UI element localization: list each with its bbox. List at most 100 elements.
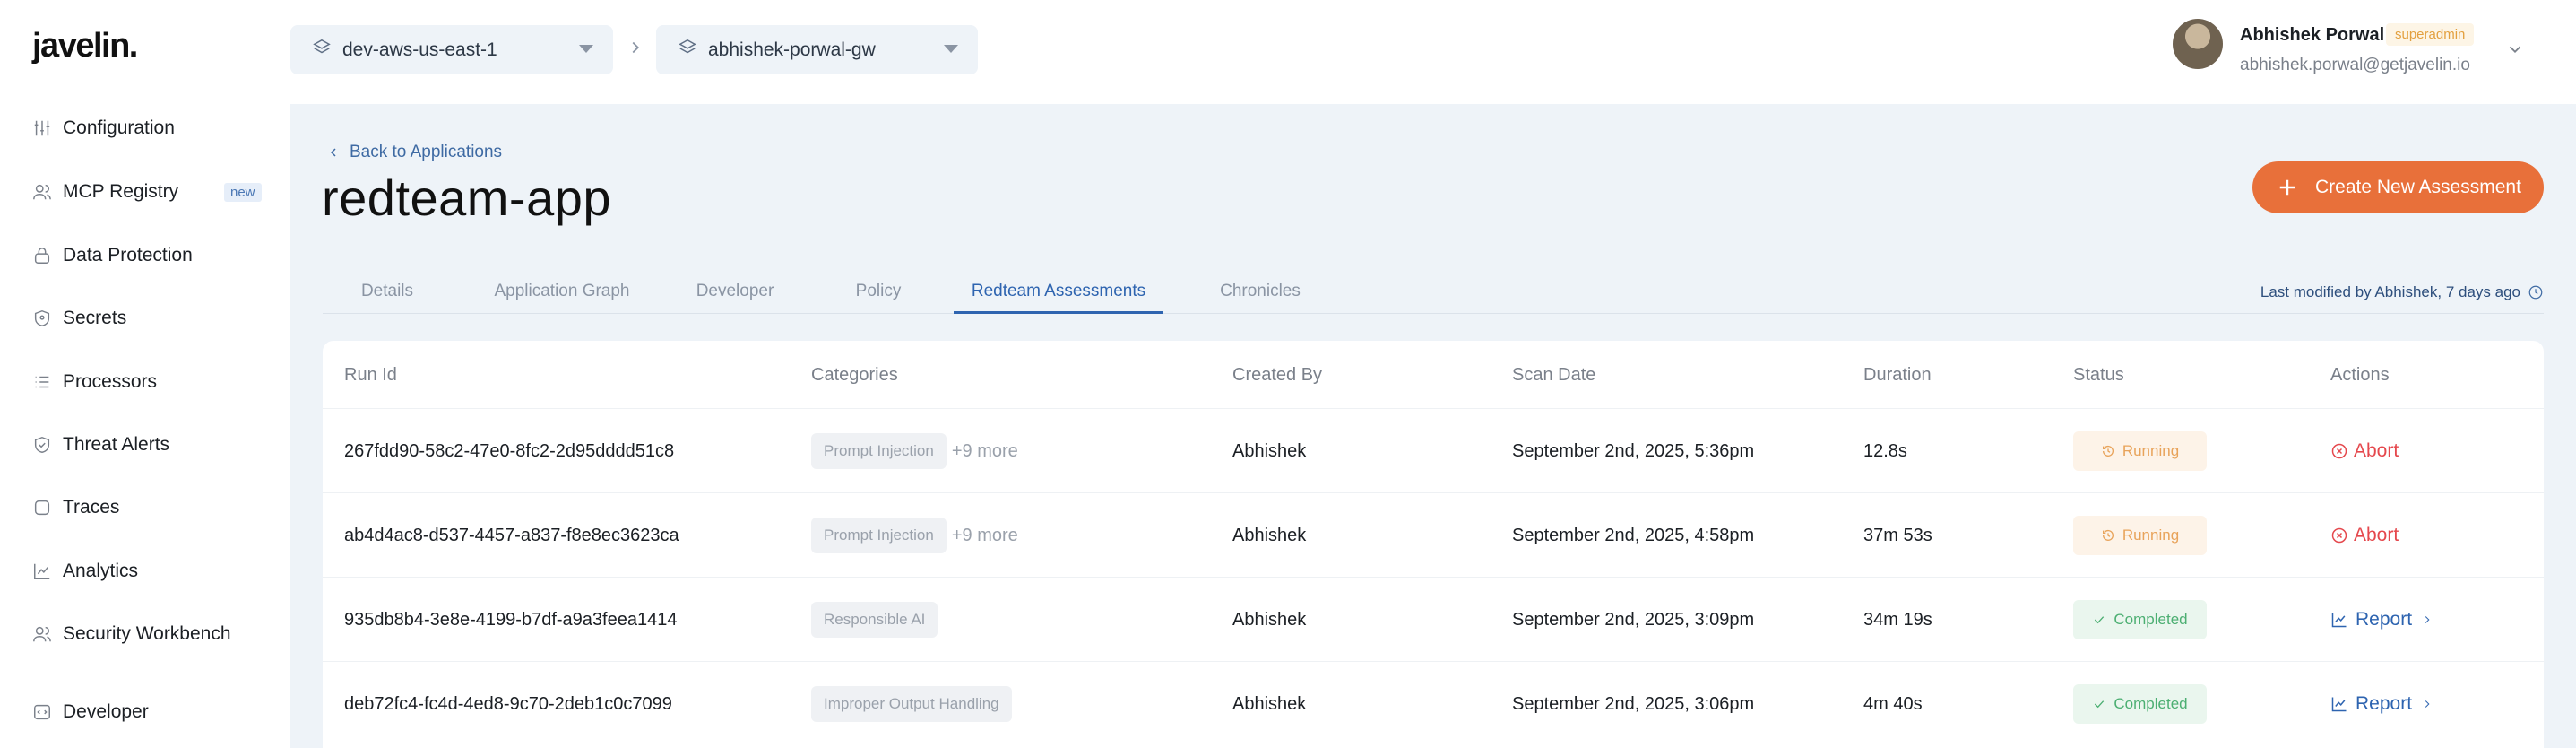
category-chip: Prompt Injection — [811, 518, 947, 553]
square-icon — [32, 498, 52, 518]
abort-button[interactable]: Abort — [2330, 525, 2399, 546]
status-badge: Completed — [2073, 600, 2207, 639]
table-row[interactable]: ab4d4ac8-d537-4457-a837-f8e8ec3623ca Pro… — [323, 492, 2544, 577]
sidebar-item-label: Developer — [63, 701, 149, 722]
sidebar-item-label: Configuration — [63, 117, 175, 138]
column-header: Created By — [1232, 365, 1323, 385]
scan-date: September 2nd, 2025, 5:36pm — [1512, 440, 1755, 461]
users-icon — [32, 624, 52, 644]
column-header: Categories — [811, 365, 898, 385]
logo[interactable]: javelin. — [32, 27, 138, 65]
category-chip: Improper Output Handling — [811, 686, 1012, 722]
tab-chronicles[interactable]: Chronicles — [1171, 274, 1350, 314]
sidebar-item-threat-alerts[interactable]: Threat Alerts — [32, 427, 265, 463]
tab-bar: Details Application Graph Developer Poli… — [323, 274, 2544, 314]
tab-policy[interactable]: Policy — [807, 274, 950, 314]
sidebar: javelin. Configuration MCP Registry new … — [0, 0, 290, 748]
scan-date: September 2nd, 2025, 3:09pm — [1512, 609, 1755, 630]
caret-down-icon — [944, 45, 958, 53]
run-id: 267fdd90-58c2-47e0-8fc2-2d95dddd51c8 — [344, 440, 675, 461]
report-button[interactable]: Report — [2330, 609, 2433, 631]
tab-redteam-assessments[interactable]: Redteam Assessments — [954, 274, 1163, 314]
categories-cell: Responsible AI — [811, 578, 938, 662]
last-modified-text: Last modified by Abhishek, 7 days ago — [2260, 283, 2520, 300]
back-link-label: Back to Applications — [350, 143, 503, 161]
chevron-down-icon[interactable] — [2505, 39, 2525, 59]
sidebar-item-label: Traces — [63, 497, 120, 518]
chart-icon — [32, 561, 52, 581]
table-row[interactable]: 935db8b4-3e8e-4199-b7df-a9a3feea1414 Res… — [323, 577, 2544, 661]
category-chip: Responsible AI — [811, 602, 938, 638]
tab-application-graph[interactable]: Application Graph — [466, 274, 658, 314]
history-icon — [2102, 445, 2114, 457]
sidebar-item-traces[interactable]: Traces — [32, 490, 265, 526]
status-text: Completed — [2114, 611, 2188, 628]
sidebar-item-configuration[interactable]: Configuration — [32, 110, 265, 146]
category-chip: Prompt Injection — [811, 433, 947, 469]
sidebar-item-label: Threat Alerts — [63, 434, 170, 455]
more-categories[interactable]: +9 more — [952, 526, 1018, 546]
last-modified: Last modified by Abhishek, 7 days ago — [2260, 283, 2544, 301]
users-icon — [32, 182, 52, 202]
report-label: Report — [2356, 609, 2413, 630]
shield-icon — [32, 309, 52, 328]
categories-cell: Improper Output Handling — [811, 662, 1012, 746]
status-cell: Running — [2073, 493, 2207, 578]
sidebar-item-label: MCP Registry — [63, 181, 179, 202]
abort-label: Abort — [2354, 525, 2399, 545]
back-to-applications-link[interactable]: Back to Applications — [326, 143, 502, 162]
status-text: Running — [2122, 526, 2180, 544]
sidebar-item-secrets[interactable]: Secrets — [32, 300, 265, 336]
chevron-right-icon — [2425, 700, 2430, 708]
table-row[interactable]: 267fdd90-58c2-47e0-8fc2-2d95dddd51c8 Pro… — [323, 408, 2544, 492]
create-button-label: Create New Assessment — [2315, 177, 2521, 197]
created-by: Abhishek — [1232, 525, 1307, 545]
sidebar-item-processors[interactable]: Processors — [32, 364, 265, 400]
sidebar-item-analytics[interactable]: Analytics — [32, 553, 265, 589]
sidebar-item-developer[interactable]: Developer — [32, 694, 265, 730]
environment-selector[interactable]: dev-aws-us-east-1 — [290, 25, 613, 74]
status-badge: Running — [2073, 516, 2207, 555]
sidebar-item-label: Data Protection — [63, 245, 193, 265]
report-button[interactable]: Report — [2330, 693, 2433, 715]
status-cell: Running — [2073, 409, 2207, 493]
page-title: redteam-app — [322, 170, 612, 226]
created-by: Abhishek — [1232, 440, 1307, 461]
categories-cell: Prompt Injection +9 more — [811, 409, 1018, 493]
status-badge: Running — [2073, 431, 2207, 471]
gateway-selector[interactable]: abhishek-porwal-gw — [656, 25, 978, 74]
sidebar-item-data-protection[interactable]: Data Protection — [32, 238, 265, 274]
new-badge: new — [224, 183, 262, 202]
user-name: Abhishek Porwal — [2240, 25, 2385, 45]
chart-icon — [2331, 613, 2347, 628]
sidebar-item-label: Security Workbench — [63, 623, 231, 644]
actions-cell: Abort — [2330, 493, 2399, 578]
sidebar-item-mcp-registry[interactable]: MCP Registry new — [32, 174, 265, 210]
status-cell: Completed — [2073, 662, 2207, 746]
more-categories[interactable]: +9 more — [952, 441, 1018, 462]
sidebar-item-label: Secrets — [63, 308, 127, 328]
layers-icon — [312, 38, 332, 62]
sidebar-item-security-workbench[interactable]: Security Workbench — [32, 616, 265, 652]
duration: 12.8s — [1863, 440, 1907, 461]
table-row[interactable]: deb72fc4-fc4d-4ed8-9c70-2deb1c0c7099 Imp… — [323, 661, 2544, 745]
tab-developer[interactable]: Developer — [672, 274, 798, 314]
tab-details[interactable]: Details — [323, 274, 452, 314]
list-icon — [32, 372, 52, 392]
actions-cell: Report — [2330, 578, 2433, 662]
plus-icon — [2278, 178, 2297, 197]
topbar: dev-aws-us-east-1 abhishek-porwal-gw — [290, 0, 2576, 104]
abort-button[interactable]: Abort — [2330, 440, 2399, 462]
scan-date: September 2nd, 2025, 4:58pm — [1512, 525, 1755, 545]
status-cell: Completed — [2073, 578, 2207, 662]
actions-cell: Report — [2330, 662, 2433, 746]
chart-icon — [2331, 697, 2347, 712]
created-by: Abhishek — [1232, 693, 1307, 714]
chevron-left-icon — [330, 148, 336, 157]
chevron-right-icon — [2425, 616, 2430, 623]
create-new-assessment-button[interactable]: Create New Assessment — [2252, 161, 2544, 213]
status-badge: Completed — [2073, 684, 2207, 724]
shield-check-icon — [32, 435, 52, 455]
avatar[interactable] — [2173, 19, 2223, 69]
role-badge: superadmin — [2386, 23, 2475, 46]
